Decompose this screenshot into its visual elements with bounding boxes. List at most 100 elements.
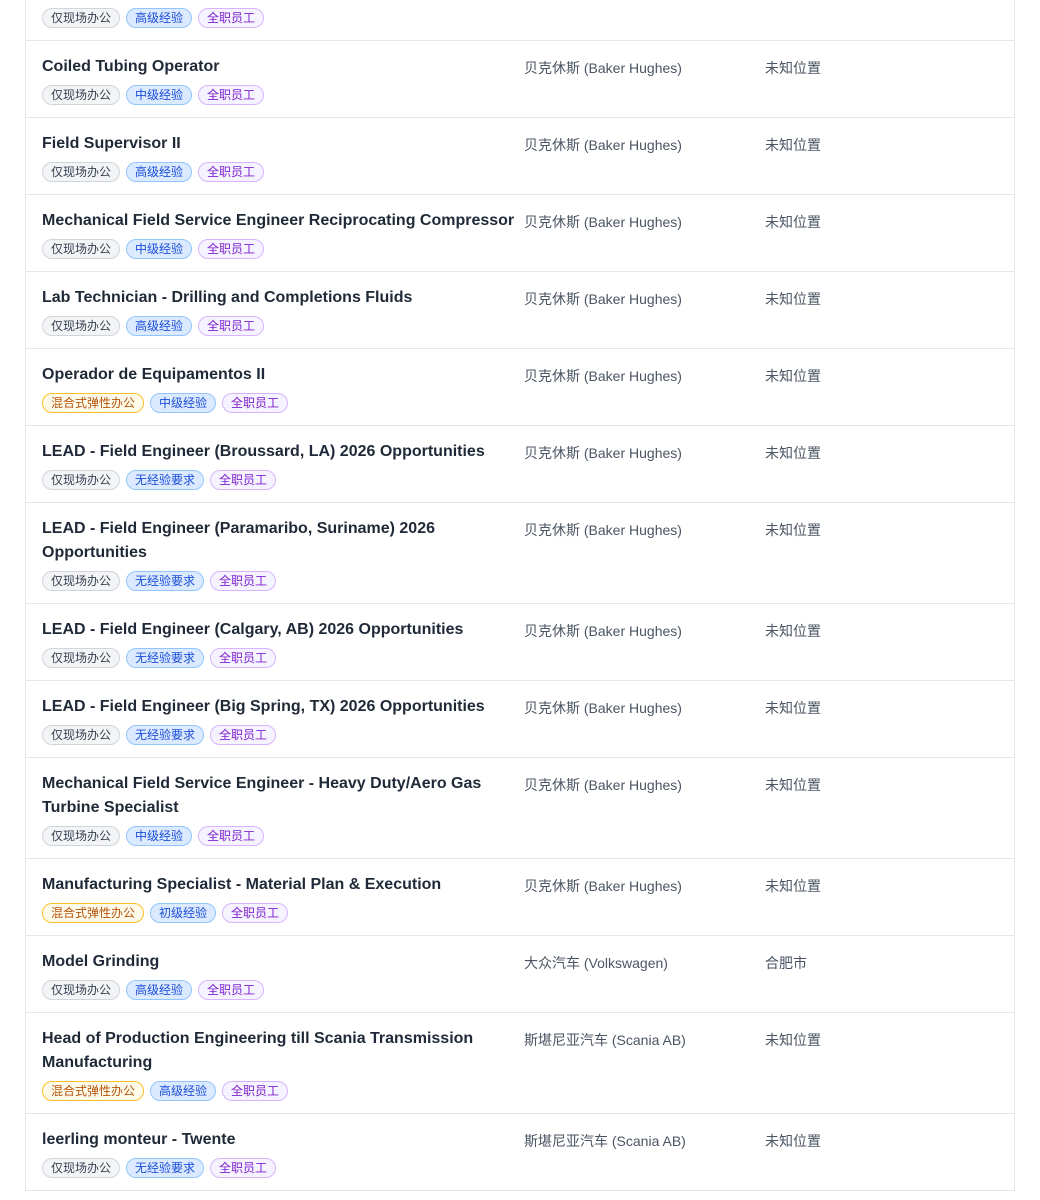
job-tags: 仅现场办公 中级经验 全职员工 bbox=[42, 85, 524, 105]
job-tag: 高级经验 bbox=[126, 8, 193, 28]
job-tag: 仅现场办公 bbox=[42, 470, 121, 490]
job-location: 未知位置 bbox=[765, 214, 821, 230]
job-location: 未知位置 bbox=[765, 522, 821, 538]
company-name: 贝克休斯 (Baker Hughes) bbox=[524, 137, 682, 153]
job-tags: 仅现场办公 中级经验 全职员工 bbox=[42, 826, 524, 846]
job-list: 仅现场办公 高级经验 全职员工 Coiled Tubing Operator 仅现场… bbox=[25, 0, 1015, 1191]
job-row[interactable]: Operador de Equipamentos II 混合式弹性办公 中级经验全… bbox=[26, 349, 1014, 426]
job-tag: 混合式弹性办公 bbox=[42, 903, 145, 923]
job-title-link[interactable]: Field Supervisor II bbox=[42, 132, 524, 156]
job-title-column: Model Grinding 仅现场办公 高级经验 全职员工 bbox=[42, 950, 524, 1000]
job-title-link[interactable]: Operador de Equipamentos II bbox=[42, 363, 524, 387]
job-title-link[interactable]: Mechanical Field Service Engineer Recipr… bbox=[42, 209, 524, 233]
job-tag: 仅现场办公 bbox=[42, 162, 121, 182]
company-name: 贝克休斯 (Baker Hughes) bbox=[524, 878, 682, 894]
job-tag: 无经验要求 bbox=[126, 470, 205, 490]
job-tag: 全职员工 bbox=[198, 826, 265, 846]
job-title-link[interactable]: Coiled Tubing Operator bbox=[42, 55, 524, 79]
company-name: 贝克休斯 (Baker Hughes) bbox=[524, 214, 682, 230]
job-tags: 仅现场办公 高级经验 全职员工 bbox=[42, 316, 524, 336]
company-name: 贝克休斯 (Baker Hughes) bbox=[524, 522, 682, 538]
job-tag: 全职员工 bbox=[198, 316, 265, 336]
job-tags: 仅现场办公 无经验要求 全职员工 bbox=[42, 1158, 524, 1178]
job-title-link[interactable]: LEAD - Field Engineer (Big Spring, TX) 2… bbox=[42, 695, 524, 719]
job-title-link[interactable]: leerling monteur - Twente bbox=[42, 1128, 524, 1152]
job-tag: 混合式弹性办公 bbox=[42, 1081, 145, 1101]
company-name: 贝克休斯 (Baker Hughes) bbox=[524, 60, 682, 76]
job-tag: 全职员工 bbox=[210, 648, 277, 668]
job-tags: 仅现场办公 无经验要求 全职员工 bbox=[42, 470, 524, 490]
job-location: 未知位置 bbox=[765, 137, 821, 153]
job-title-link[interactable]: Lab Technician - Drilling and Completion… bbox=[42, 286, 524, 310]
job-tag: 全职员工 bbox=[198, 980, 265, 1000]
job-title-column: Field Supervisor II 仅现场办公 高级经验 全职员工 bbox=[42, 132, 524, 182]
job-row[interactable]: LEAD - Field Engineer (Paramaribo, Surin… bbox=[26, 503, 1014, 604]
job-row[interactable]: Coiled Tubing Operator 仅现场办公 中级经验 全职员工 贝克休… bbox=[26, 41, 1014, 118]
job-title-column: leerling monteur - Twente 仅现场办公 无经验要求 全职员工 bbox=[42, 1128, 524, 1178]
company-name: 斯堪尼亚汽车 (Scania AB) bbox=[524, 1133, 686, 1149]
job-tag: 全职员工 bbox=[210, 571, 277, 591]
job-tag: 全职员工 bbox=[198, 162, 265, 182]
job-tag: 高级经验 bbox=[126, 162, 193, 182]
job-tag: 全职员工 bbox=[198, 239, 265, 259]
job-tag: 仅现场办公 bbox=[42, 239, 121, 259]
job-tag: 全职员工 bbox=[222, 1081, 289, 1101]
job-location: 合肥市 bbox=[765, 955, 807, 971]
job-row[interactable]: Head of Production Engineering till Scan… bbox=[26, 1013, 1014, 1114]
job-tags: 仅现场办公 无经验要求 全职员工 bbox=[42, 725, 524, 745]
company-name: 贝克休斯 (Baker Hughes) bbox=[524, 700, 682, 716]
job-row[interactable]: Mechanical Field Service Engineer Recipr… bbox=[26, 195, 1014, 272]
job-title-column: LEAD - Field Engineer (Paramaribo, Surin… bbox=[42, 517, 524, 591]
job-title-link[interactable]: Head of Production Engineering till Scan… bbox=[42, 1027, 524, 1075]
job-title-column: Mechanical Field Service Engineer - Heav… bbox=[42, 772, 524, 846]
company-name bbox=[524, 8, 765, 11]
job-row[interactable]: LEAD - Field Engineer (Calgary, AB) 2026… bbox=[26, 604, 1014, 681]
job-location: 未知位置 bbox=[765, 445, 821, 461]
job-row[interactable]: Mechanical Field Service Engineer - Heav… bbox=[26, 758, 1014, 859]
job-location: 未知位置 bbox=[765, 623, 821, 639]
job-row[interactable]: LEAD - Field Engineer (Big Spring, TX) 2… bbox=[26, 681, 1014, 758]
job-tags: 仅现场办公 高级经验 全职员工 bbox=[42, 8, 524, 28]
job-tag: 全职员工 bbox=[210, 725, 277, 745]
job-row[interactable]: 仅现场办公 高级经验 全职员工 bbox=[26, 0, 1014, 41]
job-location bbox=[765, 8, 1014, 11]
job-tag: 仅现场办公 bbox=[42, 725, 121, 745]
job-row[interactable]: Lab Technician - Drilling and Completion… bbox=[26, 272, 1014, 349]
job-title-column: Head of Production Engineering till Scan… bbox=[42, 1027, 524, 1101]
job-tags: 混合式弹性办公 中级经验 全职员工 bbox=[42, 393, 524, 413]
job-tag: 全职员工 bbox=[210, 470, 277, 490]
job-tag: 仅现场办公 bbox=[42, 980, 121, 1000]
job-row[interactable]: Model Grinding 仅现场办公 高级经验 全职员工 大众汽车 (Volks… bbox=[26, 936, 1014, 1013]
job-tag: 高级经验 bbox=[126, 316, 193, 336]
job-tags: 仅现场办公 无经验要求 全职员工 bbox=[42, 648, 524, 668]
job-tag: 仅现场办公 bbox=[42, 826, 121, 846]
job-tag: 中级经验 bbox=[126, 239, 193, 259]
job-title-link[interactable]: Mechanical Field Service Engineer - Heav… bbox=[42, 772, 524, 820]
job-title-link[interactable]: LEAD - Field Engineer (Broussard, LA) 20… bbox=[42, 440, 524, 464]
job-tags: 混合式弹性办公 高级经验 全职员工 bbox=[42, 1081, 524, 1101]
job-row[interactable]: LEAD - Field Engineer (Broussard, LA) 20… bbox=[26, 426, 1014, 503]
job-title-column: Mechanical Field Service Engineer Recipr… bbox=[42, 209, 524, 259]
job-title-link[interactable]: LEAD - Field Engineer (Paramaribo, Surin… bbox=[42, 517, 524, 565]
job-tag: 无经验要求 bbox=[126, 725, 205, 745]
job-location: 未知位置 bbox=[765, 1032, 821, 1048]
job-tags: 仅现场办公 高级经验 全职员工 bbox=[42, 980, 524, 1000]
job-title-link[interactable]: Manufacturing Specialist - Material Plan… bbox=[42, 873, 524, 897]
job-title-link[interactable]: LEAD - Field Engineer (Calgary, AB) 2026… bbox=[42, 618, 524, 642]
job-title-column: LEAD - Field Engineer (Broussard, LA) 20… bbox=[42, 440, 524, 490]
job-tag: 仅现场办公 bbox=[42, 316, 121, 336]
job-tag: 全职员工 bbox=[210, 1158, 277, 1178]
job-row[interactable]: Field Supervisor II 仅现场办公 高级经验 全职员工 贝克休斯 (… bbox=[26, 118, 1014, 195]
job-location: 未知位置 bbox=[765, 777, 821, 793]
job-tags: 混合式弹性办公 初级经验 全职员工 bbox=[42, 903, 524, 923]
job-title-link[interactable]: Model Grinding bbox=[42, 950, 524, 974]
job-tag: 中级经验 bbox=[126, 85, 193, 105]
job-tag: 全职员工 bbox=[198, 85, 265, 105]
job-row[interactable]: leerling monteur - Twente 仅现场办公 无经验要求 全职员工… bbox=[26, 1114, 1014, 1191]
job-title-column: LEAD - Field Engineer (Calgary, AB) 2026… bbox=[42, 618, 524, 668]
job-title-column: Lab Technician - Drilling and Completion… bbox=[42, 286, 524, 336]
job-title-column: 仅现场办公 高级经验 全职员工 bbox=[42, 8, 524, 28]
job-tag: 全职员工 bbox=[198, 8, 265, 28]
job-tag: 高级经验 bbox=[126, 980, 193, 1000]
job-row[interactable]: Manufacturing Specialist - Material Plan… bbox=[26, 859, 1014, 936]
